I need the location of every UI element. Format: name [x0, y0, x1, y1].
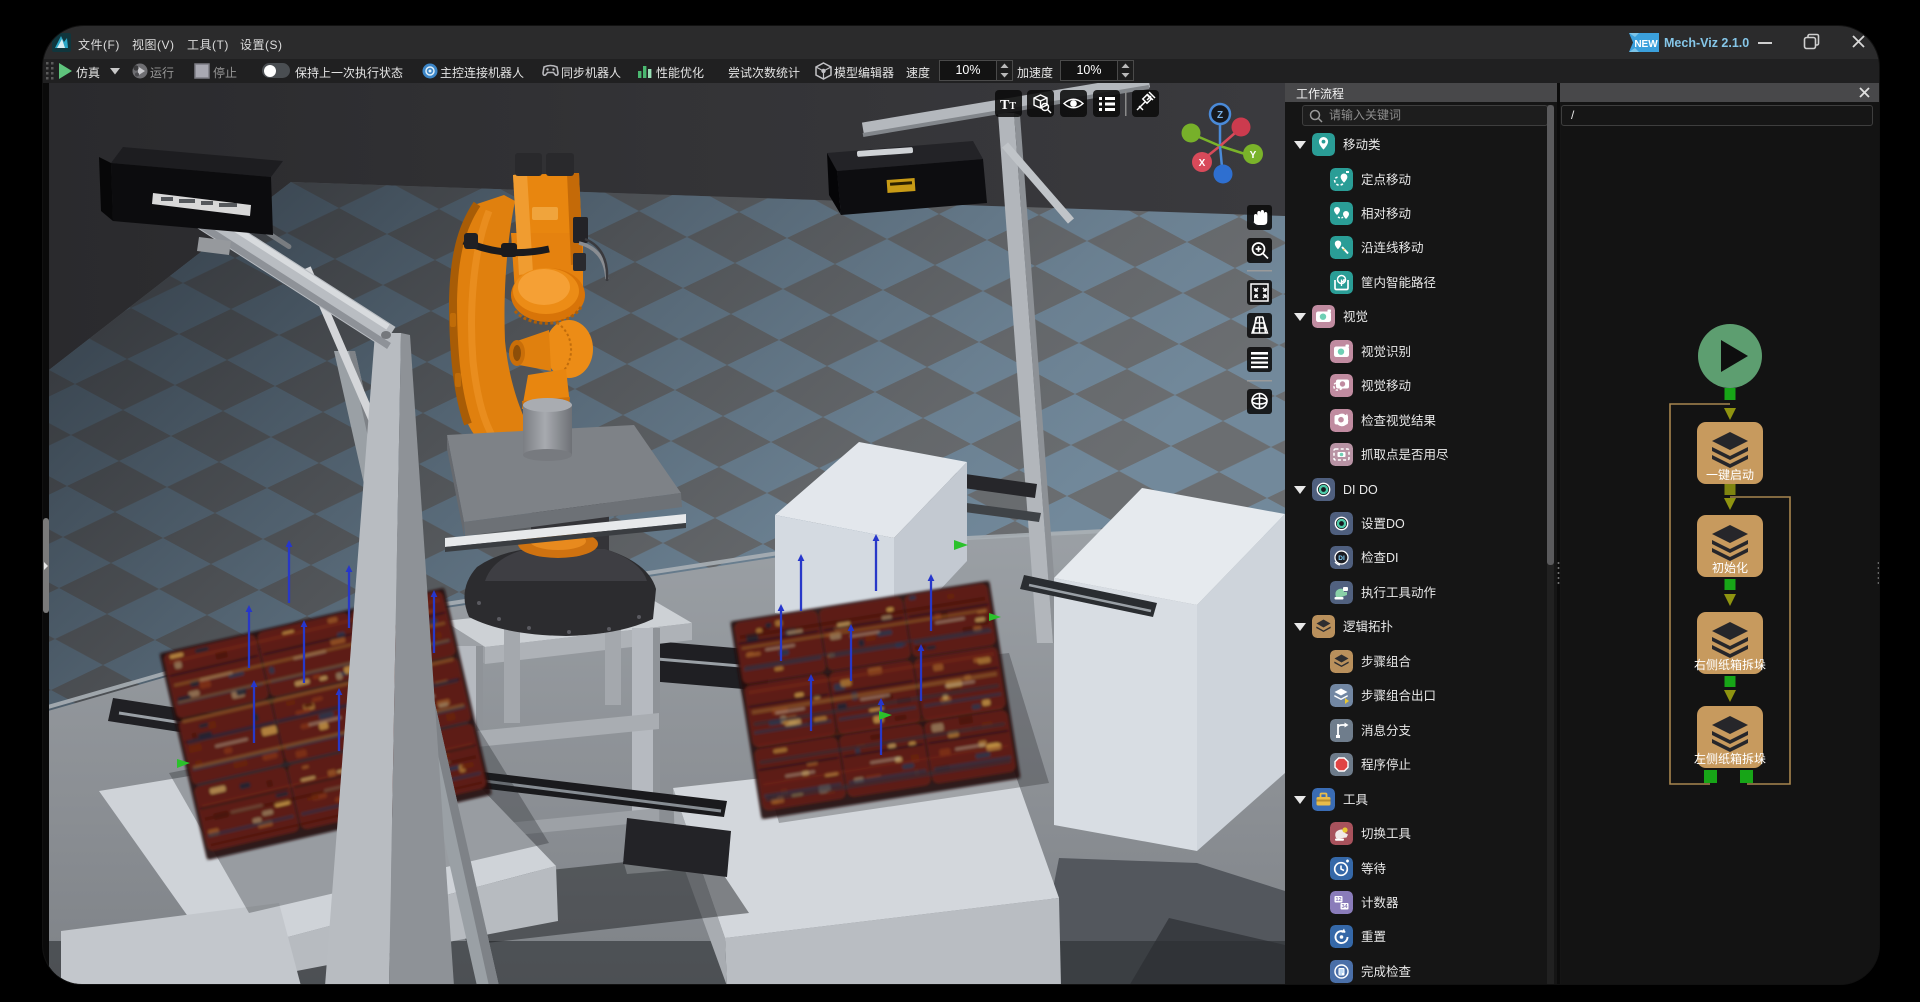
svg-text:Z: Z: [1217, 110, 1223, 121]
svg-text:34: 34: [1341, 904, 1348, 910]
svg-text:初始化: 初始化: [1712, 561, 1748, 575]
svg-text:左侧纸箱拆垛: 左侧纸箱拆垛: [1694, 751, 1766, 766]
svg-text:Y: Y: [1250, 150, 1257, 161]
svg-text:12: 12: [1335, 897, 1341, 903]
svg-text:NEW: NEW: [1634, 39, 1658, 50]
svg-text:一键启动: 一键启动: [1706, 468, 1754, 482]
svg-text:右侧纸箱拆垛: 右侧纸箱拆垛: [1694, 657, 1766, 672]
svg-text:DI: DI: [1338, 555, 1345, 562]
svg-text:X: X: [1199, 158, 1206, 169]
svg-text:TT: TT: [1000, 98, 1016, 113]
